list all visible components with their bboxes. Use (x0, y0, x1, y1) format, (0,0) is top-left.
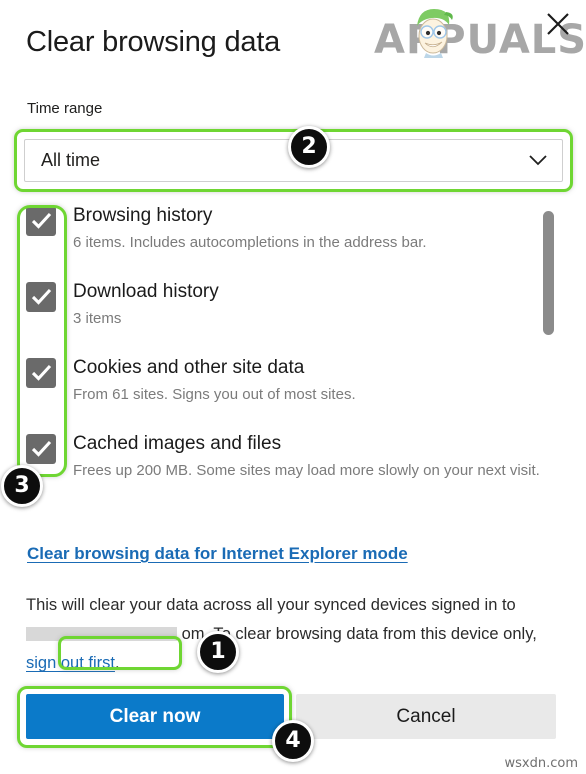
sign-out-first-link[interactable]: sign out first (26, 654, 115, 672)
redacted-email-block (26, 626, 177, 641)
clear-data-options-list: Browsing history 6 items. Includes autoc… (26, 205, 541, 526)
checkbox-download-history[interactable] (26, 282, 56, 312)
options-scrollbar[interactable] (543, 206, 554, 526)
time-range-value: All time (41, 150, 101, 170)
checkbox-browsing-history[interactable] (26, 206, 56, 236)
option-title: Cookies and other site data (73, 357, 305, 378)
ie-mode-link[interactable]: Clear browsing data for Internet Explore… (27, 544, 408, 564)
step-badge-2: 2 (288, 126, 330, 168)
check-icon (31, 288, 52, 305)
step-badge-3: 3 (1, 465, 43, 507)
close-button[interactable] (543, 9, 573, 39)
option-description: 6 items. Includes autocompletions in the… (73, 234, 427, 251)
sync-notice-text: This will clear your data across all you… (26, 591, 559, 678)
option-title: Cached images and files (73, 433, 282, 454)
sync-notice-part3: . (114, 654, 120, 672)
checkbox-cached-images-files[interactable] (26, 434, 56, 464)
option-title: Browsing history (73, 205, 213, 226)
checkbox-cookies-site-data[interactable] (26, 358, 56, 388)
site-watermark: wsxdn.com (504, 756, 579, 771)
check-icon (31, 364, 52, 381)
check-icon (31, 212, 52, 229)
option-description: Frees up 200 MB. Some sites may load mor… (73, 462, 540, 479)
chevron-down-icon (529, 155, 547, 166)
step-badge-1: 1 (197, 631, 239, 673)
appuals-mascot-icon (417, 9, 453, 58)
option-description: From 61 sites. Signs you out of most sit… (73, 386, 356, 403)
close-icon (547, 13, 569, 35)
scrollbar-thumb[interactable] (543, 211, 554, 335)
time-range-label: Time range (27, 100, 103, 117)
option-description: 3 items (73, 310, 122, 327)
check-icon (31, 440, 52, 457)
cancel-button[interactable]: Cancel (296, 694, 556, 739)
page-title: Clear browsing data (26, 26, 281, 58)
option-title: Download history (73, 281, 219, 302)
step-badge-4: 4 (272, 720, 314, 762)
clear-now-button[interactable]: Clear now (26, 694, 284, 739)
sync-notice-part1: This will clear your data across all you… (26, 596, 516, 614)
